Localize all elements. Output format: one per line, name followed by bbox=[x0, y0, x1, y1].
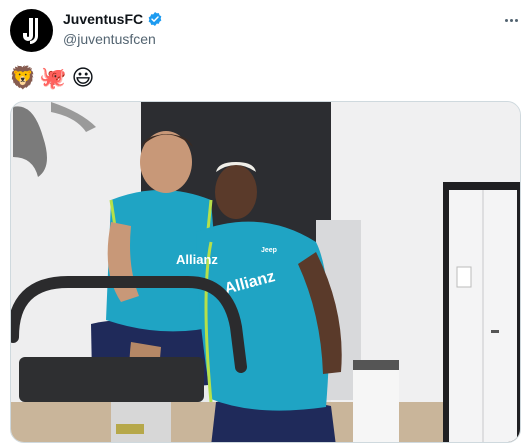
photo-scene: Allianz Allianz Jeep bbox=[11, 102, 520, 442]
treadmill-console bbox=[19, 357, 204, 402]
lion-emoji: 🦁 bbox=[9, 65, 37, 90]
verified-badge-icon bbox=[147, 11, 163, 27]
author-handle[interactable]: @juventusfcen bbox=[63, 31, 156, 47]
bin bbox=[353, 364, 399, 442]
shirt-sponsor-left: Allianz bbox=[176, 252, 218, 267]
door-sign bbox=[456, 266, 472, 288]
smiley-emoji: 😃 bbox=[71, 65, 95, 90]
shirt-jeep-logo: Jeep bbox=[261, 247, 277, 254]
octopus-emoji: 🐙 bbox=[39, 65, 67, 90]
author-row: JuventusFC bbox=[63, 11, 163, 27]
front-player-head bbox=[215, 165, 257, 219]
dot bbox=[509, 18, 513, 22]
more-options-icon[interactable] bbox=[501, 12, 521, 28]
dot bbox=[504, 18, 508, 22]
author-name[interactable]: JuventusFC bbox=[63, 11, 143, 27]
tweet-text: 🦁 🐙 😃 bbox=[9, 65, 96, 91]
tweet-photo[interactable]: Allianz Allianz Jeep bbox=[10, 101, 521, 443]
juventus-logo-icon bbox=[22, 17, 38, 44]
dot bbox=[514, 18, 518, 22]
tweet-card: JuventusFC @juventusfcen 🦁 🐙 😃 Allianz A… bbox=[0, 0, 525, 447]
avatar[interactable] bbox=[10, 9, 53, 52]
